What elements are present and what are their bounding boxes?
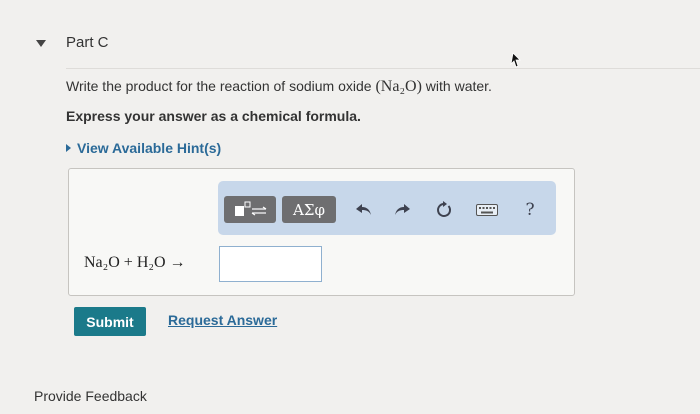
request-answer-link[interactable]: Request Answer	[168, 312, 277, 328]
submit-button[interactable]: Submit	[74, 307, 146, 336]
question-text-start: Write the product for the reaction of so…	[66, 78, 376, 94]
help-label: ?	[525, 199, 535, 220]
mouse-cursor-icon	[508, 52, 522, 73]
reset-icon[interactable]	[432, 196, 456, 223]
sodium-oxide-formula: (Na₂O)	[375, 78, 422, 95]
greek-letters-label: ΑΣφ	[293, 200, 325, 219]
help-icon[interactable]: ?	[518, 196, 542, 223]
provide-feedback-link[interactable]: Provide Feedback	[34, 388, 147, 404]
greek-letters-icon[interactable]: ΑΣφ	[282, 196, 336, 223]
answer-input[interactable]	[219, 246, 322, 282]
redo-icon[interactable]	[390, 196, 414, 223]
view-hints-label: View Available Hint(s)	[77, 140, 222, 156]
divider	[66, 68, 700, 69]
keyboard-icon[interactable]	[474, 196, 500, 223]
undo-icon[interactable]	[352, 196, 376, 223]
question-text-end: with water.	[421, 78, 492, 94]
view-hints-link[interactable]: View Available Hint(s)	[66, 140, 221, 156]
question-text: Write the product for the reaction of so…	[66, 78, 492, 96]
expand-triangle-icon	[66, 144, 71, 152]
math-toolbar: ΑΣφ ?	[218, 181, 556, 235]
templates-icon[interactable]	[224, 196, 276, 223]
answer-instructions: Express your answer as a chemical formul…	[66, 108, 361, 124]
reaction-equation: Na₂O + H₂O →	[84, 254, 186, 271]
collapse-part-icon[interactable]	[36, 40, 46, 47]
part-title: Part C	[66, 34, 109, 51]
